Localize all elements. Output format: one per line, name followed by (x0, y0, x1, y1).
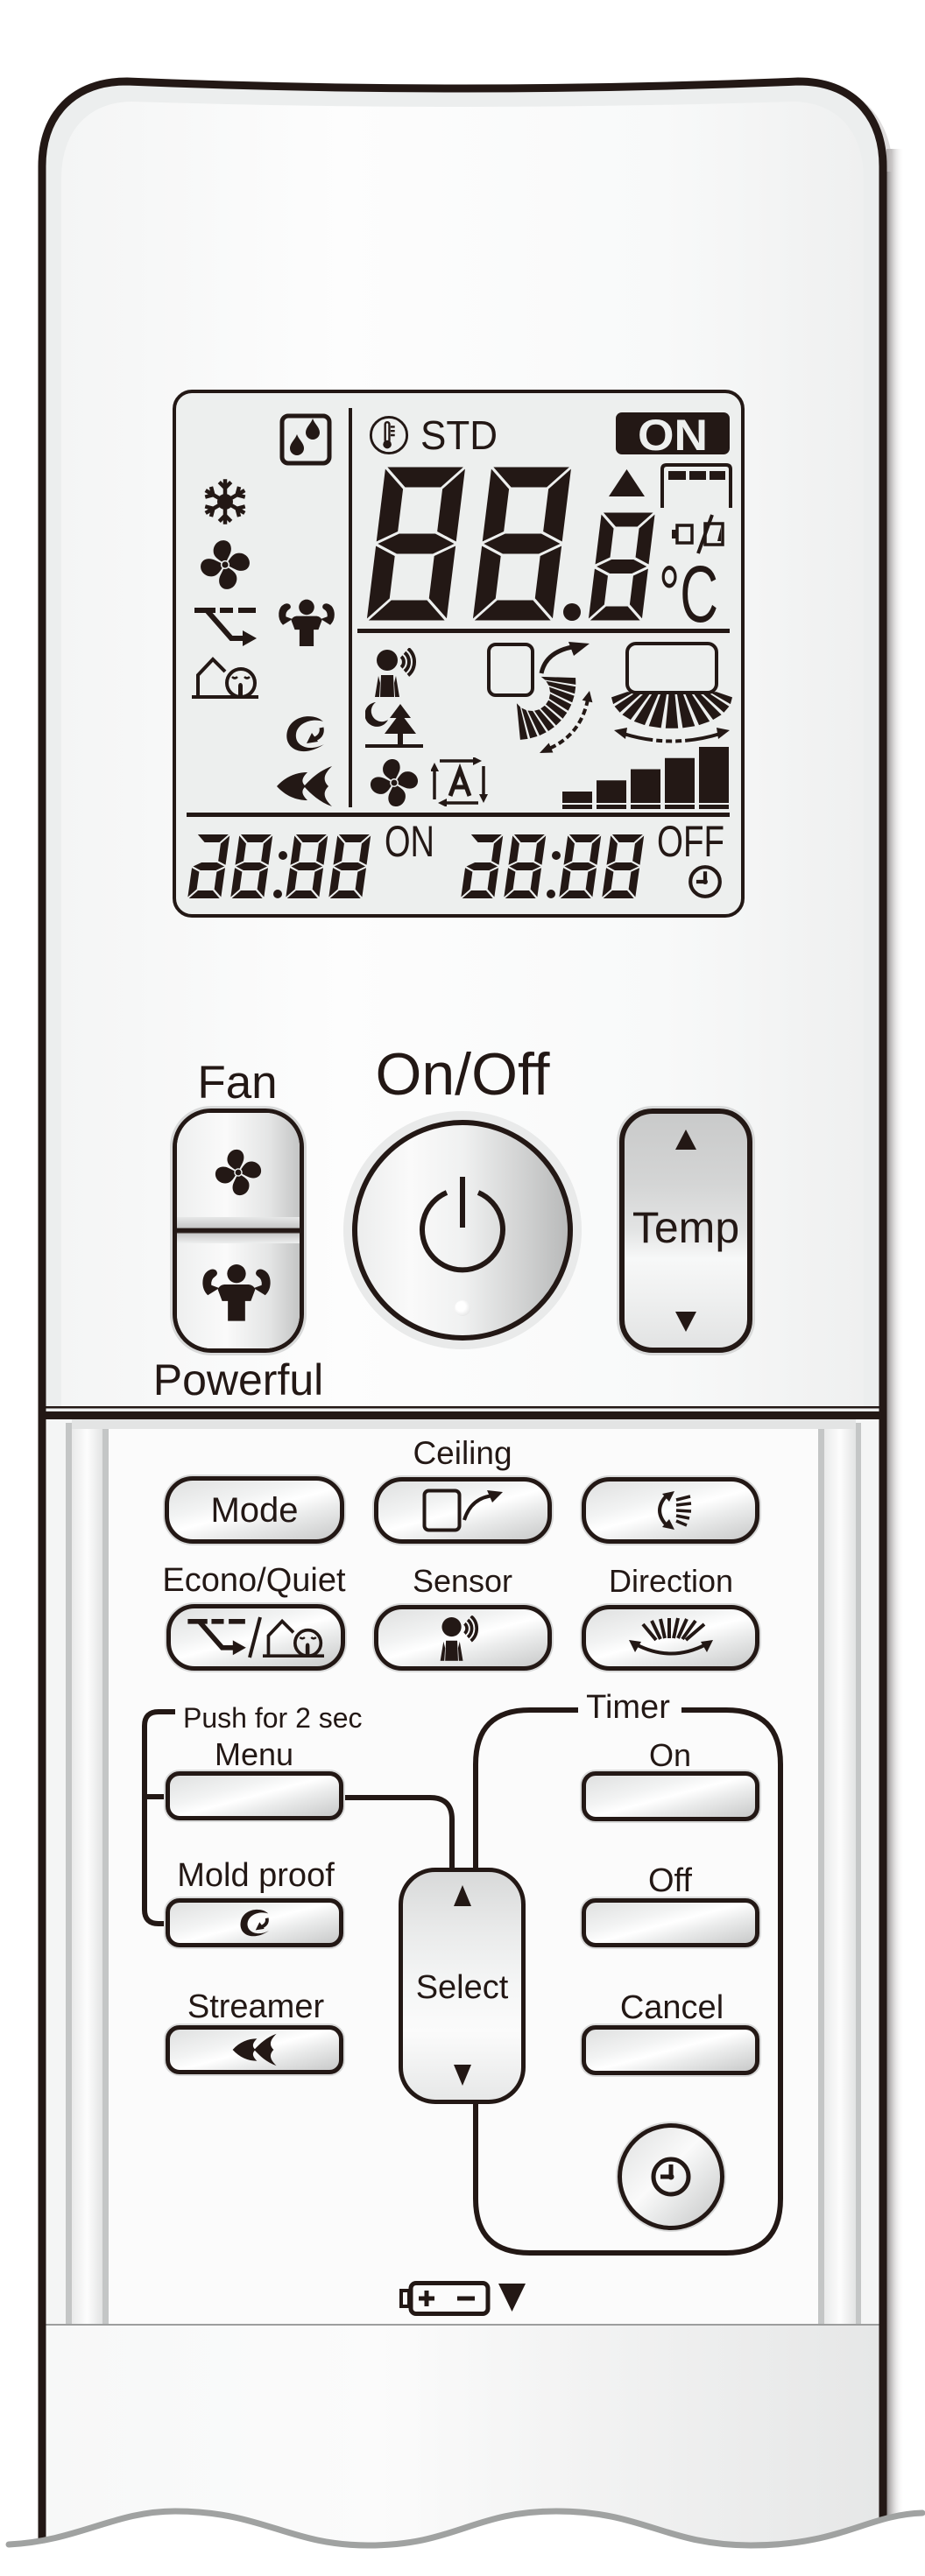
lcd-display: STD ON °C ON OFF (173, 390, 745, 918)
fan-speed-bar-base (665, 805, 695, 809)
triangle-up-icon (675, 1130, 696, 1150)
fan-speed-bar-base (631, 805, 660, 809)
lcd-digit (362, 462, 470, 625)
fan-label: Fan (197, 1057, 278, 1109)
right-rail (818, 1423, 824, 2325)
timer-on-label: On (648, 1737, 692, 1773)
temperature-unit: °C (659, 550, 718, 639)
on-off-label: On/Off (375, 1041, 550, 1108)
lcd-timer-divider (187, 813, 730, 817)
comfort-mode-label: STD (420, 412, 498, 458)
mold-proof-icon (237, 1906, 272, 1939)
timer-off-indicator: OFF (657, 817, 724, 866)
temp-up-button[interactable] (625, 1114, 747, 1231)
timer-cancel-button[interactable] (582, 2025, 759, 2075)
decimal-point (563, 603, 581, 621)
ceiling-button[interactable] (374, 1477, 552, 1544)
body-shadow (886, 149, 904, 2522)
timer-clock-button[interactable] (618, 2123, 724, 2230)
econo-quiet-label: Econo/Quiet (162, 1562, 346, 1599)
triangle-up-icon (454, 1885, 471, 1906)
mold-proof-label: Mold proof (177, 1857, 335, 1894)
temp-rocker: Temp (619, 1109, 752, 1353)
timer-off-label: Off (648, 1862, 692, 1899)
timer-colon-dot (279, 851, 287, 860)
mode-button[interactable]: Mode (165, 1476, 344, 1544)
select-down-button[interactable] (403, 1986, 521, 2100)
menu-hold-hint: Push for 2 sec (183, 1702, 363, 1734)
fan-speed-bar-base (699, 805, 729, 809)
lcd-digit (468, 462, 576, 625)
vertical-swing-icon (650, 1489, 692, 1531)
temp-down-button[interactable] (625, 1231, 747, 1348)
menu-button[interactable] (166, 1771, 343, 1820)
fan-speed-bar (699, 747, 729, 803)
horizontal-swing-icon (627, 1617, 715, 1659)
on-off-button[interactable] (352, 1120, 573, 1341)
menu-label: Menu (214, 1736, 294, 1772)
select-up-button[interactable] (403, 1872, 521, 1986)
powerful-icon (201, 1263, 272, 1321)
direction-button[interactable] (582, 1605, 759, 1671)
fan-speed-bar-base (597, 805, 626, 809)
slash-icon (248, 1616, 262, 1658)
timer-off-button[interactable] (582, 1898, 759, 1947)
panel-divider-thin (42, 1406, 883, 1409)
on-badge-text: ON (638, 411, 708, 460)
timer-colon-dot (547, 890, 555, 898)
fan-button[interactable] (177, 1113, 300, 1217)
timer-colon-dot (273, 890, 282, 898)
swing-button[interactable] (582, 1477, 759, 1544)
fan-speed-bar (665, 757, 695, 803)
fan-icon (213, 1147, 264, 1198)
ceiling-label: Ceiling (413, 1435, 512, 1471)
fan-powerful-rocker (173, 1109, 304, 1353)
powerful-label: Powerful (152, 1355, 324, 1404)
timer-cancel-label: Cancel (619, 1989, 724, 2026)
econo-quiet-button[interactable] (166, 1604, 345, 1671)
select-rocker: Select (399, 1868, 526, 2104)
ceiling-airflow-icon (422, 1489, 505, 1532)
timer-group-label: Timer (586, 1689, 670, 1726)
streamer-icon (231, 2032, 279, 2067)
power-icon (419, 1177, 506, 1275)
mold-proof-button[interactable] (166, 1898, 343, 1947)
lcd-digit (583, 508, 660, 625)
left-rail (66, 1423, 72, 2325)
rocker-divider (177, 1217, 300, 1243)
fan-speed-bar (562, 792, 592, 803)
econo-icon (187, 1618, 247, 1658)
mode-button-label: Mode (210, 1490, 299, 1530)
fan-speed-bar-base (562, 805, 592, 809)
clock-icon (649, 2155, 693, 2199)
powerful-button[interactable] (177, 1243, 300, 1348)
timer-colon-dot (552, 851, 561, 860)
panel-divider (42, 1411, 883, 1419)
timer-on-button[interactable] (582, 1771, 759, 1821)
triangle-down-icon (675, 1312, 696, 1332)
sensor-label: Sensor (412, 1563, 513, 1599)
triangle-down-icon (454, 2065, 471, 2086)
power-led (455, 1300, 470, 1316)
quiet-icon (263, 1616, 324, 1658)
fan-speed-bar (631, 769, 660, 803)
lcd-vertical-divider (349, 408, 352, 807)
streamer-label: Streamer (187, 1988, 325, 2025)
direction-label: Direction (608, 1563, 734, 1599)
streamer-button[interactable] (166, 2025, 343, 2074)
sensor-button[interactable] (374, 1605, 552, 1671)
motion-sensor-icon (436, 1615, 490, 1661)
timer-on-indicator: ON (385, 817, 434, 866)
fan-speed-bar (597, 780, 626, 803)
